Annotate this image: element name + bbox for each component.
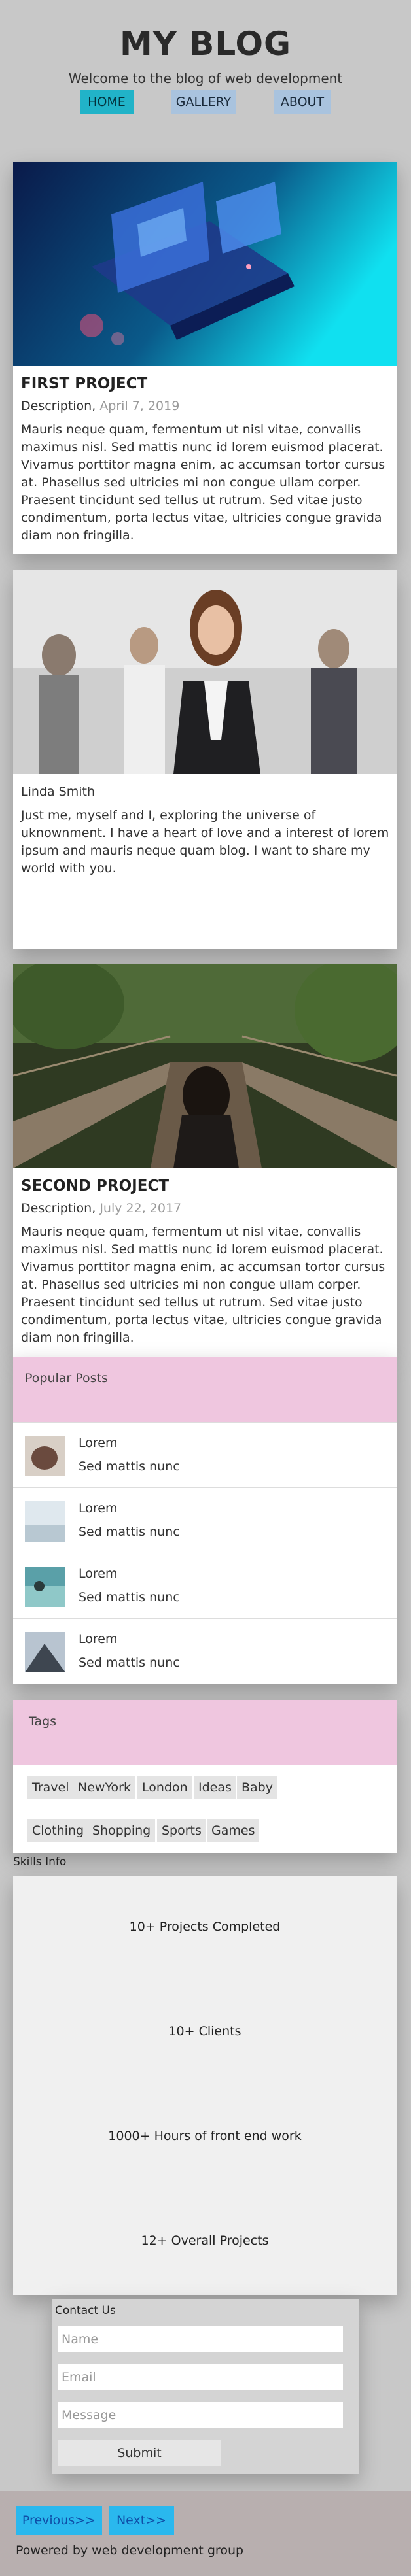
nav-gallery-button[interactable]: GALLERY bbox=[171, 90, 236, 114]
skills-heading: Skills Info bbox=[13, 1856, 67, 1869]
nav-about-button[interactable]: ABOUT bbox=[274, 90, 331, 114]
tag-london[interactable]: London bbox=[137, 1776, 192, 1799]
post-card-first: FIRST PROJECT Description, April 7, 2019… bbox=[13, 162, 397, 554]
tag-newyork[interactable]: NewYork bbox=[73, 1776, 135, 1799]
popular-post-subtitle: Sed mattis nunc bbox=[79, 1459, 180, 1474]
post-desc-label: Description, bbox=[21, 1201, 96, 1215]
skill-projects-completed: 10+ Projects Completed bbox=[129, 1920, 281, 1934]
tag-shopping[interactable]: Shopping bbox=[88, 1819, 156, 1842]
tag-travel[interactable]: Travel bbox=[27, 1776, 74, 1799]
post-date: April 7, 2019 bbox=[99, 399, 180, 413]
post-thumbnail bbox=[25, 1501, 65, 1542]
popular-posts-heading: Popular Posts bbox=[25, 1371, 108, 1385]
post-image-laptop bbox=[13, 162, 397, 366]
post-body: Mauris neque quam, fermentum ut nisl vit… bbox=[21, 1225, 385, 1345]
post-title: FIRST PROJECT bbox=[21, 375, 148, 392]
tag-ideas[interactable]: Ideas bbox=[194, 1776, 236, 1799]
popular-post-title: Lorem bbox=[79, 1501, 118, 1516]
previous-button[interactable]: Previous>> bbox=[16, 2506, 102, 2535]
post-thumbnail bbox=[25, 1436, 65, 1476]
nav-home-button[interactable]: HOME bbox=[80, 90, 134, 114]
popular-post-subtitle: Sed mattis nunc bbox=[79, 1590, 180, 1604]
next-button[interactable]: Next>> bbox=[109, 2506, 174, 2535]
popular-post-item[interactable]: Lorem Sed mattis nunc bbox=[13, 1422, 397, 1488]
tags-widget: Tags Travel NewYork London Ideas Baby Cl… bbox=[13, 1700, 397, 1853]
author-name: Linda Smith bbox=[21, 785, 95, 799]
post-body: Mauris neque quam, fermentum ut nisl vit… bbox=[21, 422, 385, 543]
tags-header: Tags bbox=[13, 1700, 397, 1765]
post-card-second: SECOND PROJECT Description, July 22, 201… bbox=[13, 964, 397, 1357]
blog-title: MY BLOG bbox=[119, 25, 292, 63]
name-field[interactable]: Name bbox=[58, 2326, 343, 2352]
skills-panel: 10+ Projects Completed 10+ Clients 1000+… bbox=[13, 1876, 397, 2295]
tag-games[interactable]: Games bbox=[207, 1819, 260, 1842]
tag-sports[interactable]: Sports bbox=[157, 1819, 206, 1842]
popular-post-title: Lorem bbox=[79, 1567, 118, 1581]
popular-post-item[interactable]: Lorem Sed mattis nunc bbox=[13, 1618, 397, 1684]
popular-post-item[interactable]: Lorem Sed mattis nunc bbox=[13, 1487, 397, 1553]
skill-overall-projects: 12+ Overall Projects bbox=[141, 2233, 269, 2248]
contact-form: Contact Us Name Email Message Submit bbox=[52, 2299, 359, 2474]
popular-posts-widget: Popular Posts Lorem Sed mattis nunc Lore… bbox=[13, 1357, 397, 1684]
footer-credit: Powered by web development group bbox=[16, 2543, 244, 2558]
tag-clothing[interactable]: Clothing bbox=[27, 1819, 89, 1842]
tag-baby[interactable]: Baby bbox=[237, 1776, 277, 1799]
post-title: SECOND PROJECT bbox=[21, 1178, 170, 1195]
submit-button[interactable]: Submit bbox=[58, 2440, 221, 2466]
message-field[interactable]: Message bbox=[58, 2402, 343, 2428]
contact-heading: Contact Us bbox=[55, 2304, 116, 2317]
post-image-bridge bbox=[13, 964, 397, 1168]
skill-hours: 1000+ Hours of front end work bbox=[108, 2129, 302, 2143]
popular-post-item[interactable]: Lorem Sed mattis nunc bbox=[13, 1553, 397, 1619]
popular-post-subtitle: Sed mattis nunc bbox=[79, 1655, 180, 1670]
post-thumbnail bbox=[25, 1567, 65, 1607]
post-date: July 22, 2017 bbox=[99, 1201, 182, 1215]
popular-post-subtitle: Sed mattis nunc bbox=[79, 1525, 180, 1539]
post-thumbnail bbox=[25, 1632, 65, 1672]
author-bio: Just me, myself and I, exploring the uni… bbox=[21, 808, 389, 875]
about-card: Linda Smith Just me, myself and I, explo… bbox=[13, 570, 397, 949]
author-photo bbox=[13, 570, 397, 774]
email-field[interactable]: Email bbox=[58, 2364, 343, 2390]
popular-post-title: Lorem bbox=[79, 1632, 118, 1646]
post-meta: Description, July 22, 2017 bbox=[21, 1201, 181, 1215]
post-meta: Description, April 7, 2019 bbox=[21, 399, 179, 413]
popular-posts-header: Popular Posts bbox=[13, 1357, 397, 1422]
popular-post-title: Lorem bbox=[79, 1436, 118, 1450]
tags-heading: Tags bbox=[29, 1714, 57, 1729]
post-desc-label: Description, bbox=[21, 399, 96, 413]
skill-clients: 10+ Clients bbox=[168, 2024, 241, 2039]
blog-subtitle: Welcome to the blog of web development bbox=[68, 71, 343, 86]
